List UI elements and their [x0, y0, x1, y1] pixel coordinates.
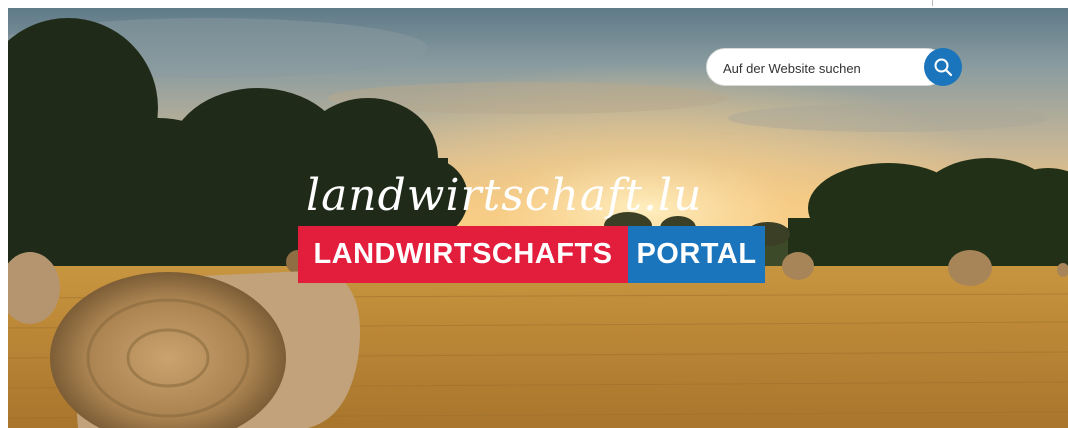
search-field-container — [706, 48, 946, 86]
logo-script-text: landwirtschaft.lu — [306, 170, 703, 221]
site-search — [706, 48, 962, 86]
search-icon — [934, 58, 953, 77]
divider — [932, 0, 933, 6]
search-input[interactable] — [723, 58, 913, 78]
logo-badge-blue: PORTAL — [628, 226, 765, 283]
top-strip — [0, 0, 1068, 8]
logo-badge-red: LANDWIRTSCHAFTS — [298, 226, 628, 283]
search-button[interactable] — [924, 48, 962, 86]
